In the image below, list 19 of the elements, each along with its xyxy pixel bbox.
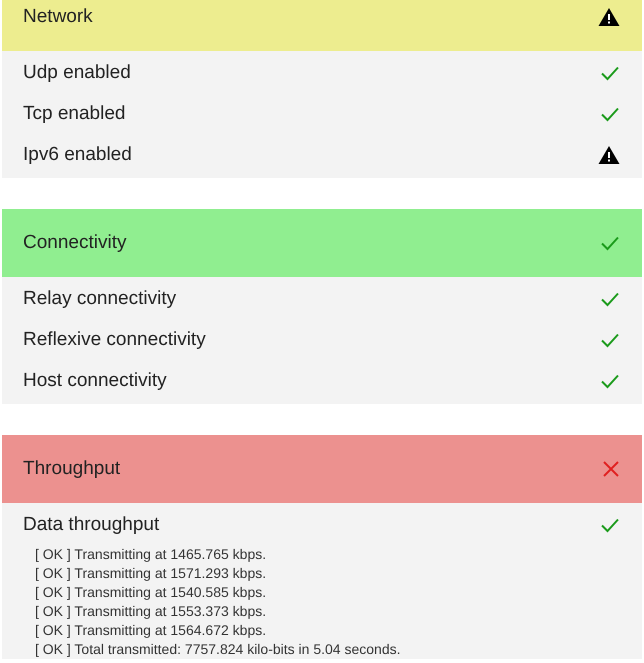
- section-title: Connectivity: [23, 232, 126, 254]
- check-label: Host connectivity: [23, 370, 167, 392]
- check-label: Ipv6 enabled: [23, 144, 132, 166]
- section-title: Network: [23, 6, 93, 28]
- check-label: Udp enabled: [23, 62, 131, 84]
- check-label: Tcp enabled: [23, 102, 126, 124]
- check-label: Relay connectivity: [23, 288, 176, 310]
- warning-icon: [598, 7, 620, 27]
- log-line: [ OK ] Total transmitted: 7757.824 kilo-bits in 5.04 seconds.: [35, 640, 402, 659]
- log-line: [ OK ] Transmitting at 1571.293 kbps.: [35, 564, 268, 583]
- log-line: [ OK ] Transmitting at 1540.585 kbps.: [35, 583, 268, 602]
- warning-icon: [598, 144, 620, 164]
- cross-icon: [602, 460, 620, 478]
- check-label: Reflexive connectivity: [23, 328, 206, 350]
- log-line: [ OK ] Transmitting at 1553.373 kbps.: [35, 602, 268, 621]
- log-line: [ OK ] Transmitting at 1465.765 kbps.: [35, 545, 268, 564]
- section-title: Throughput: [23, 458, 120, 480]
- log-line: [ OK ] Transmitting at 1564.672 kbps.: [35, 621, 268, 640]
- check-label: Data throughput: [23, 514, 160, 536]
